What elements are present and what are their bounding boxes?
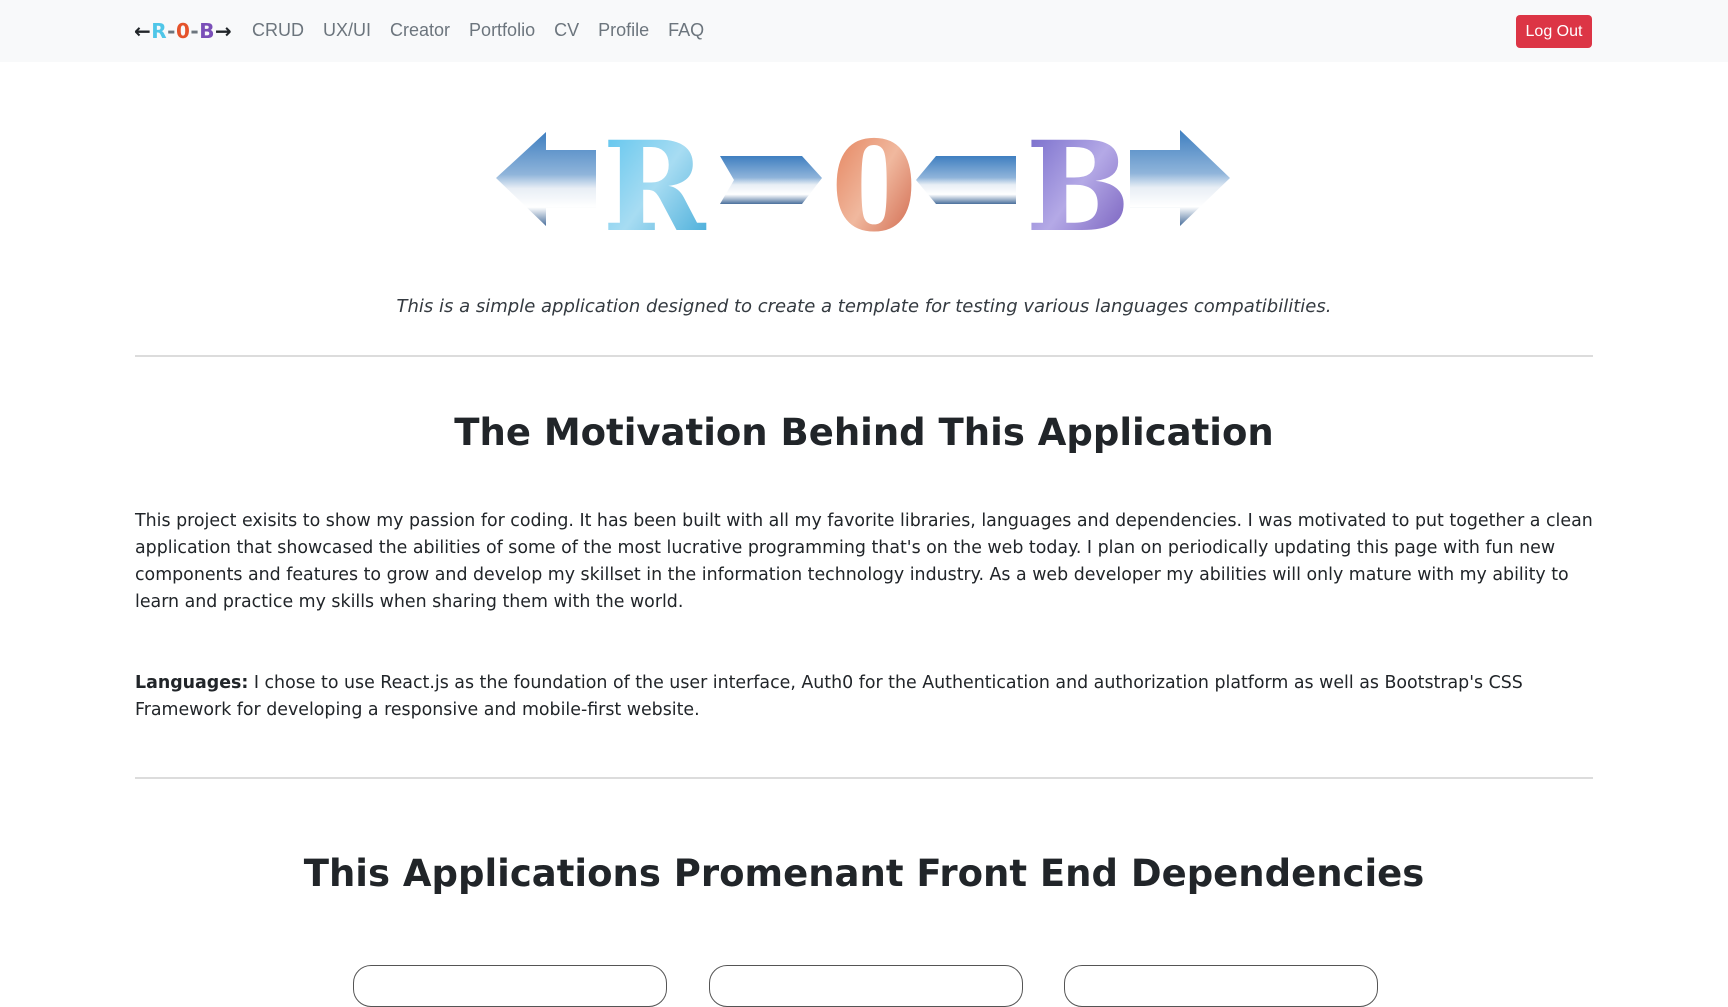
hero-logo-image: R 0 B — [496, 128, 1230, 234]
logo-letter-0: 0 — [831, 128, 917, 234]
nav-link-faq[interactable]: FAQ — [668, 20, 704, 41]
languages-text: I chose to use React.js as the foundatio… — [135, 673, 1523, 720]
languages-paragraph: Languages: I chose to use React.js as th… — [135, 670, 1593, 724]
section-divider — [135, 777, 1593, 779]
logo-left-arrow-icon — [496, 132, 596, 226]
motivation-paragraph: This project exisits to show my passion … — [135, 511, 1593, 612]
nav-link-portfolio[interactable]: Portfolio — [469, 20, 535, 41]
brand-left-arrow: ← — [134, 19, 152, 43]
top-navbar: ←R-0-B→ CRUD UX/UI Creator Portfolio CV … — [0, 0, 1728, 62]
brand-right-arrow: → — [214, 19, 233, 43]
nav-links: CRUD UX/UI Creator Portfolio CV Profile … — [252, 20, 723, 41]
brand-logo-link[interactable]: ←R-0-B→ — [134, 19, 232, 43]
nav-link-crud[interactable]: CRUD — [252, 20, 304, 41]
nav-link-creator[interactable]: Creator — [390, 20, 450, 41]
brand-dash: - — [190, 19, 200, 43]
brand-letter-r: R — [151, 19, 168, 43]
dependency-card — [709, 965, 1023, 1007]
dependency-card — [353, 965, 667, 1007]
nav-link-uxui[interactable]: UX/UI — [323, 20, 371, 41]
languages-label: Languages: — [135, 673, 249, 693]
hero-tagline: This is a simple application designed to… — [396, 296, 1332, 317]
motivation-heading: The Motivation Behind This Application — [454, 411, 1274, 454]
logo-right-arrow-icon — [1130, 130, 1230, 226]
nav-link-cv[interactable]: CV — [554, 20, 579, 41]
logo-left-arrow-small-icon — [916, 156, 1016, 204]
logo-letter-r: R — [602, 128, 706, 234]
dependencies-heading: This Applications Promenant Front End De… — [303, 852, 1425, 895]
brand-letter-b: B — [199, 19, 215, 43]
logout-button[interactable]: Log Out — [1516, 15, 1592, 48]
logo-right-arrow-small-icon — [720, 156, 822, 204]
dependency-card — [1064, 965, 1378, 1007]
brand-letter-0: 0 — [175, 19, 191, 43]
brand-dash: - — [167, 19, 176, 43]
section-divider — [135, 355, 1593, 357]
nav-link-profile[interactable]: Profile — [598, 20, 649, 41]
logo-letter-b: B — [1026, 128, 1131, 234]
